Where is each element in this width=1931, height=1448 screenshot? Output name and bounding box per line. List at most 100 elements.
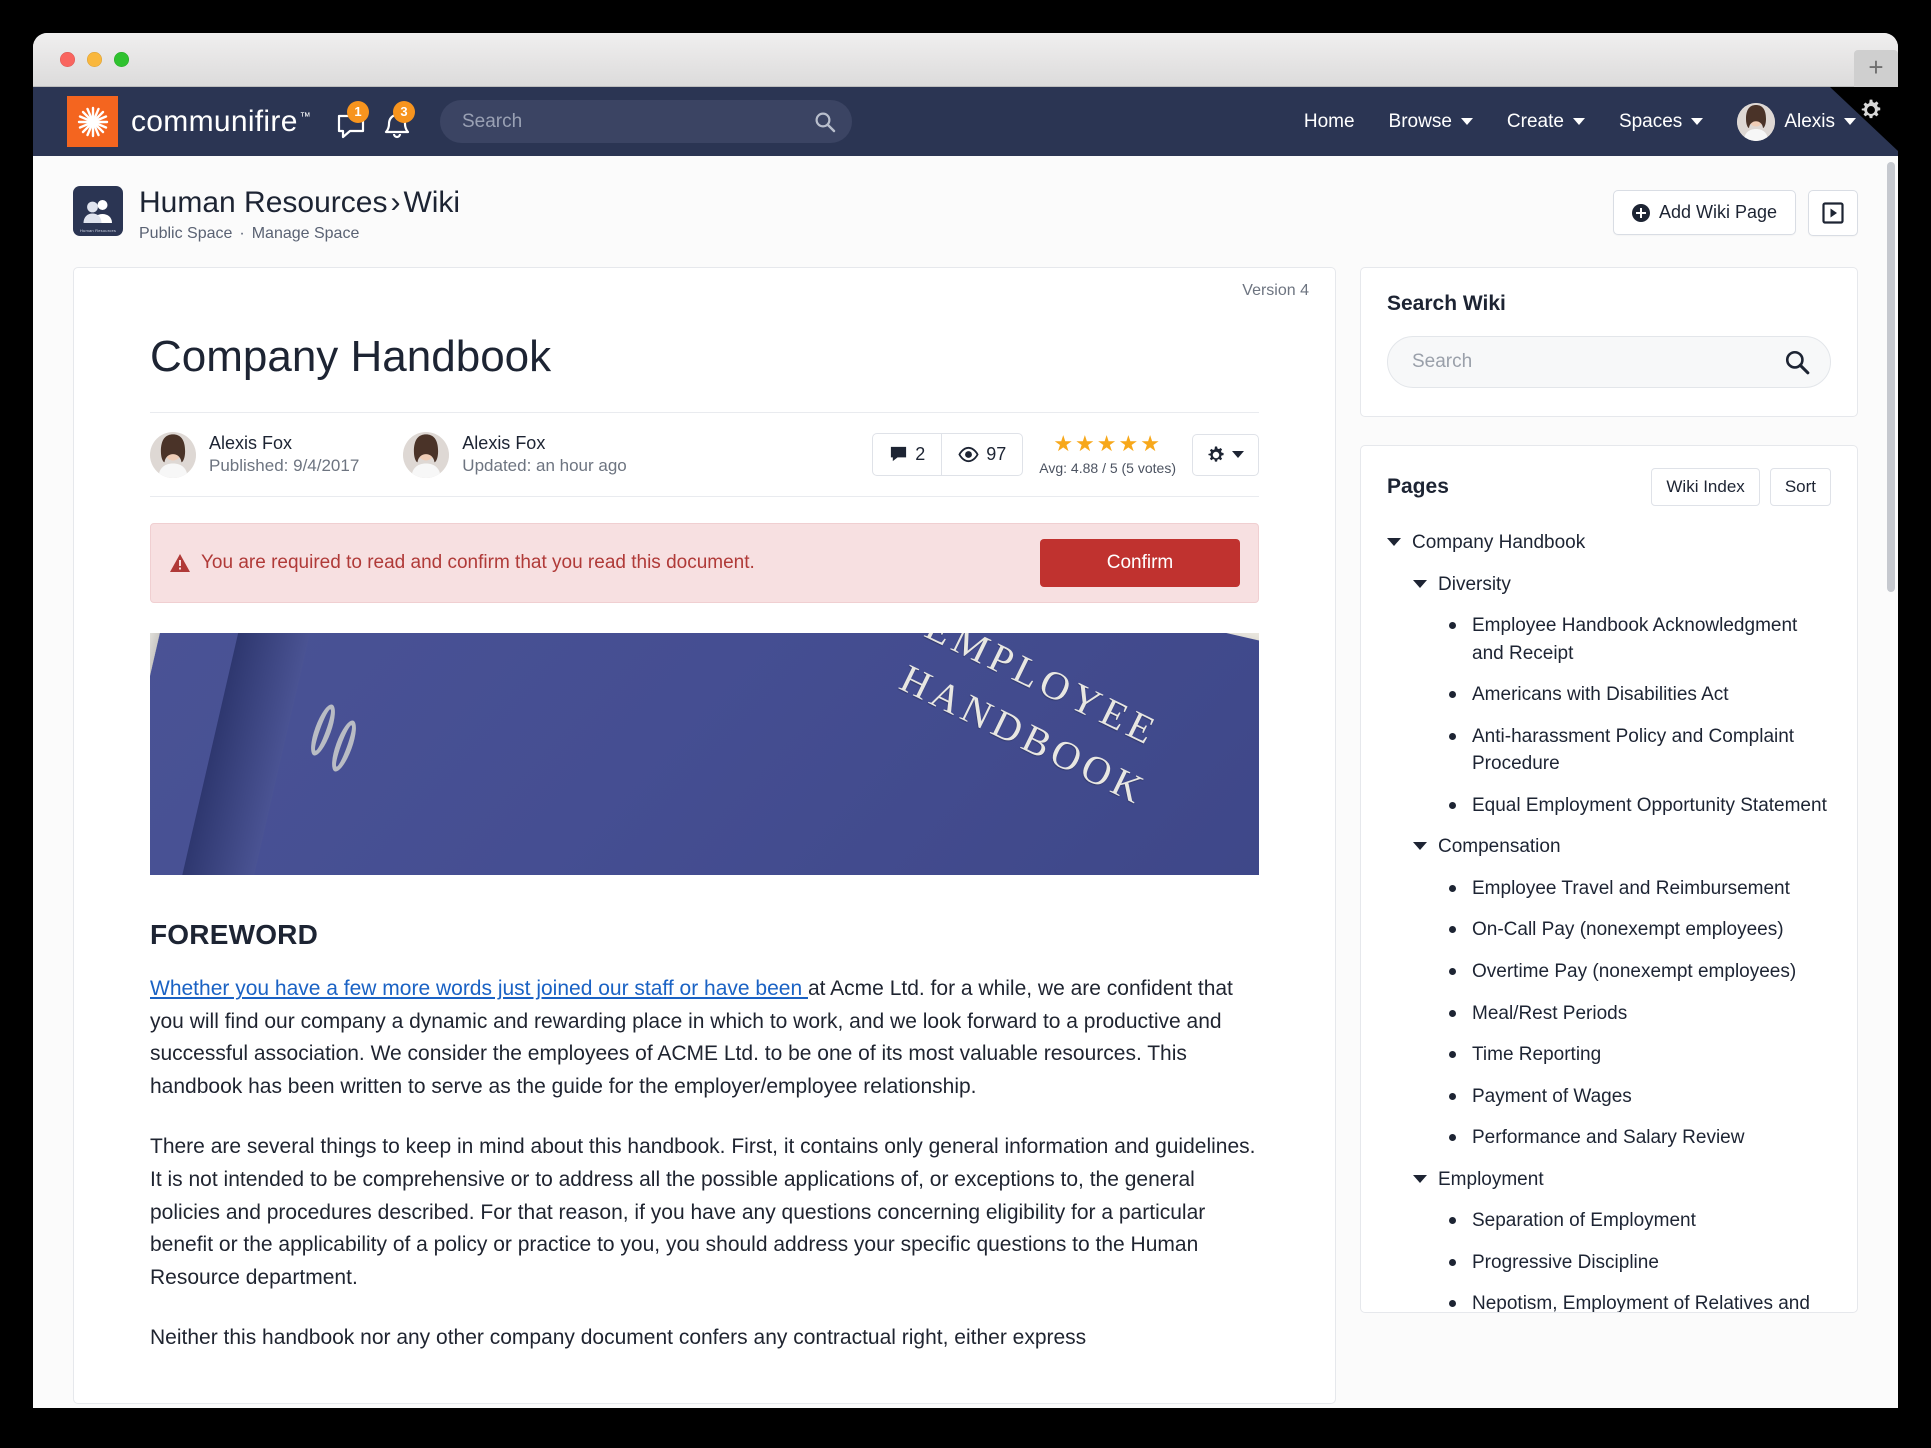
comments-count-button[interactable]: 2 bbox=[873, 434, 941, 475]
search-wiki-card: Search Wiki bbox=[1360, 267, 1858, 417]
tree-page[interactable]: Equal Employment Opportunity Statement bbox=[1387, 785, 1831, 827]
foreword-inline-link[interactable]: Whether you have a few more words just j… bbox=[150, 977, 808, 1000]
tree-page[interactable]: Employee Travel and Reimbursement bbox=[1387, 868, 1831, 910]
nav-item-browse-label: Browse bbox=[1388, 110, 1452, 132]
tree-item-label: Employee Handbook Acknowledgment and Rec… bbox=[1472, 615, 1798, 664]
tree-item-label: Payment of Wages bbox=[1472, 1085, 1632, 1107]
add-wiki-page-button[interactable]: Add Wiki Page bbox=[1612, 190, 1796, 235]
wiki-index-button[interactable]: Wiki Index bbox=[1651, 468, 1760, 506]
breadcrumb-separator: › bbox=[390, 186, 401, 219]
tree-item-label: Anti-harassment Policy and Complaint Pro… bbox=[1472, 725, 1795, 775]
chevron-down-icon bbox=[1460, 118, 1473, 125]
pages-tree-scroll[interactable]: Company Handbook Diversity Employee Handbo… bbox=[1361, 522, 1857, 1312]
paragraph-3: Neither this handbook nor any other comp… bbox=[150, 1326, 1087, 1350]
bullet-icon bbox=[1449, 801, 1456, 809]
minimize-window-button[interactable] bbox=[87, 52, 102, 67]
tree-page[interactable]: Payment of Wages bbox=[1387, 1076, 1831, 1118]
nav-item-browse[interactable]: Browse bbox=[1389, 111, 1473, 133]
presentation-mode-button[interactable] bbox=[1808, 190, 1858, 236]
tree-item-label: Progressive Discipline bbox=[1472, 1251, 1659, 1273]
avatar bbox=[150, 431, 196, 478]
tree-page[interactable]: Meal/Rest Periods bbox=[1387, 993, 1831, 1035]
read-confirmation-alert: You are required to read and confirm tha… bbox=[150, 523, 1259, 604]
tree-page[interactable]: Separation of Employment bbox=[1387, 1200, 1831, 1242]
messages-button[interactable]: 1 bbox=[336, 100, 369, 140]
tree-folder[interactable]: Company Handbook bbox=[1387, 522, 1831, 564]
tree-page[interactable]: Progressive Discipline bbox=[1387, 1242, 1831, 1284]
tree-item-label: Meal/Rest Periods bbox=[1472, 1002, 1628, 1024]
chat-bubble-icon bbox=[891, 447, 907, 462]
maximize-window-button[interactable] bbox=[114, 52, 129, 67]
bullet-icon bbox=[1449, 691, 1456, 699]
tree-page[interactable]: Performance and Salary Review bbox=[1387, 1117, 1831, 1159]
bullet-icon bbox=[1449, 1217, 1456, 1225]
pages-card: Pages Wiki Index Sort Company Handbook Di… bbox=[1360, 445, 1858, 1313]
tree-page[interactable]: Nepotism, Employment of Relatives and Pe… bbox=[1387, 1283, 1831, 1312]
breadcrumb-section[interactable]: Wiki bbox=[403, 186, 460, 219]
author-published[interactable]: Alexis Fox Published: 9/4/2017 bbox=[150, 431, 359, 478]
nav-links: Home Browse Create Spaces Alexis bbox=[1304, 102, 1898, 141]
breadcrumb-space[interactable]: Human Resources bbox=[139, 186, 387, 219]
nav-item-home[interactable]: Home bbox=[1304, 111, 1355, 133]
wiki-sidebar: Search Wiki Search Pages Wiki Index Sort… bbox=[1360, 267, 1858, 1313]
brand-logo[interactable]: communifire ™ bbox=[67, 96, 311, 147]
rating-widget[interactable]: ★★★★★ Avg: 4.88 / 5 (5 votes) bbox=[1039, 433, 1176, 477]
bullet-icon bbox=[1449, 1051, 1456, 1059]
pages-title: Pages bbox=[1387, 475, 1449, 498]
page-scrollbar-thumb[interactable] bbox=[1887, 162, 1895, 592]
settings-gear-button[interactable] bbox=[1860, 99, 1882, 126]
tree-page[interactable]: On-Call Pay (nonexempt employees) bbox=[1387, 909, 1831, 951]
top-navigation-bar: communifire ™ 1 3 Search Home Browse Cre… bbox=[33, 87, 1898, 156]
bullet-icon bbox=[1449, 1300, 1456, 1308]
close-window-button[interactable] bbox=[60, 52, 75, 67]
sort-button[interactable]: Sort bbox=[1769, 468, 1831, 506]
new-tab-button[interactable]: + bbox=[1854, 50, 1898, 87]
alert-message: You are required to read and confirm tha… bbox=[169, 552, 755, 574]
article-settings-button[interactable] bbox=[1192, 433, 1259, 476]
tree-page[interactable]: Overtime Pay (nonexempt employees) bbox=[1387, 951, 1831, 993]
screenshot-root: + communifire ™ 1 3 Search Home Browse C… bbox=[0, 0, 1931, 1448]
page-scrollbar[interactable] bbox=[1886, 156, 1896, 1408]
tree-item-label: Employee Travel and Reimbursement bbox=[1472, 877, 1790, 899]
user-menu[interactable]: Alexis bbox=[1737, 102, 1856, 141]
confirm-button[interactable]: Confirm bbox=[1040, 539, 1240, 588]
published-date: Published: 9/4/2017 bbox=[209, 456, 360, 476]
paragraph-1: Whether you have a few more words just j… bbox=[150, 973, 1259, 1103]
article-card: Version 4 Company Handbook Alexis Fox Pu… bbox=[73, 267, 1336, 1404]
play-box-icon bbox=[1822, 202, 1844, 224]
nav-item-spaces[interactable]: Spaces bbox=[1619, 111, 1704, 133]
space-avatar-icon[interactable]: Human Resources bbox=[73, 186, 123, 236]
tree-page[interactable]: Anti-harassment Policy and Complaint Pro… bbox=[1387, 716, 1831, 785]
tree-folder[interactable]: Compensation bbox=[1387, 826, 1831, 868]
star-rating-icons[interactable]: ★★★★★ bbox=[1039, 433, 1176, 455]
notifications-button[interactable]: 3 bbox=[382, 100, 415, 140]
search-wiki-title: Search Wiki bbox=[1387, 292, 1506, 315]
nav-item-create[interactable]: Create bbox=[1507, 111, 1585, 133]
tree-page[interactable]: Americans with Disabilities Act bbox=[1387, 674, 1831, 716]
tree-folder[interactable]: Diversity bbox=[1387, 564, 1831, 606]
global-search-input[interactable] bbox=[462, 110, 814, 133]
author-updated[interactable]: Alexis Fox Updated: an hour ago bbox=[403, 431, 627, 478]
tree-page[interactable]: Time Reporting bbox=[1387, 1034, 1831, 1076]
pages-card-actions: Wiki Index Sort bbox=[1651, 468, 1831, 506]
space-header-actions: Add Wiki Page bbox=[1612, 186, 1858, 236]
manage-space-link[interactable]: Manage Space bbox=[252, 225, 360, 242]
triangle-down-icon bbox=[1413, 842, 1427, 851]
add-wiki-page-label: Add Wiki Page bbox=[1658, 202, 1777, 222]
messages-badge: 1 bbox=[347, 100, 369, 123]
space-visibility: Public Space bbox=[139, 225, 233, 242]
user-menu-label: Alexis bbox=[1784, 110, 1835, 132]
eye-icon bbox=[958, 447, 979, 463]
article-meta-actions: 2 97 ★★★★★ Avg: 4.88 / 5 (5 votes) bbox=[872, 433, 1259, 477]
wiki-search[interactable] bbox=[1387, 336, 1831, 388]
wiki-search-input[interactable] bbox=[1412, 351, 1784, 373]
global-search[interactable] bbox=[440, 100, 852, 143]
tree-item-label: Equal Employment Opportunity Statement bbox=[1472, 794, 1827, 816]
rating-summary: Avg: 4.88 / 5 (5 votes) bbox=[1039, 460, 1176, 477]
space-header: Human Resources Human Resources › Wiki Pub… bbox=[73, 186, 1858, 243]
avatar bbox=[1737, 102, 1776, 141]
tree-folder[interactable]: Employment bbox=[1387, 1159, 1831, 1201]
bullet-icon bbox=[1449, 884, 1456, 892]
triangle-down-icon bbox=[1387, 538, 1401, 546]
tree-page[interactable]: Employee Handbook Acknowledgment and Rec… bbox=[1387, 605, 1831, 674]
